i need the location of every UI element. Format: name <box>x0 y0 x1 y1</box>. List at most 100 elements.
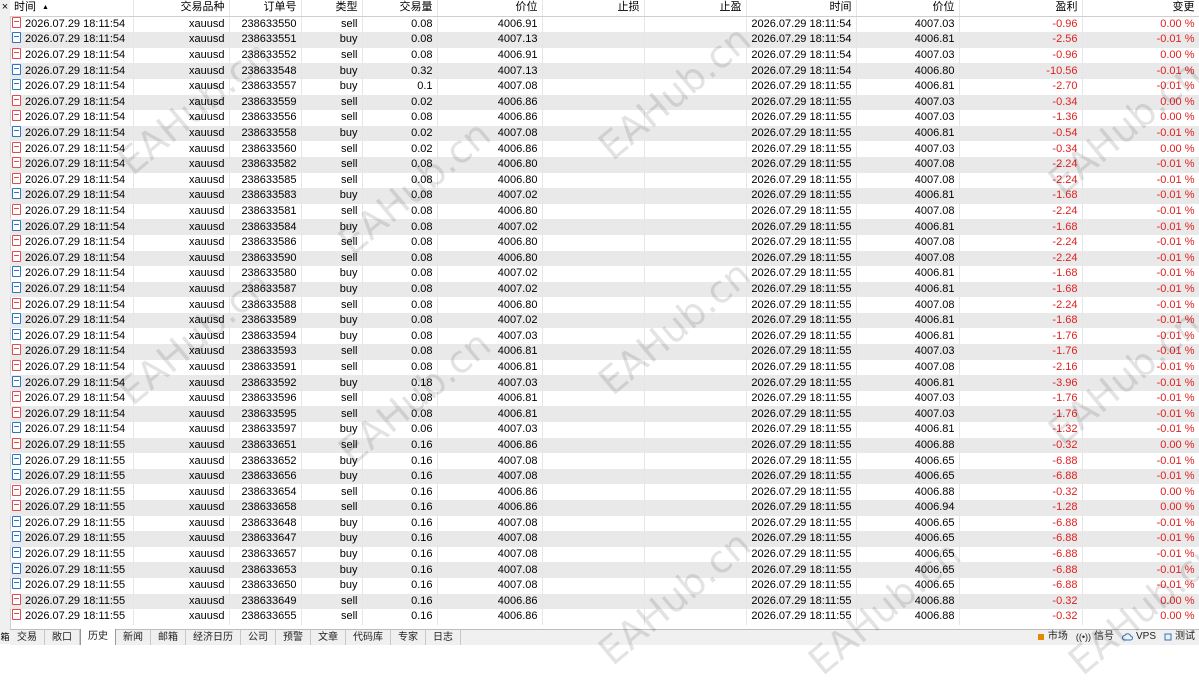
table-row[interactable]: 2026.07.29 18:11:54 xauusd 238633558 buy 0.0… <box>10 125 1199 142</box>
table-row[interactable]: 2026.07.29 18:11:54 xauusd 238633583 buy 0.0… <box>10 188 1199 204</box>
table-row[interactable]: 2026.07.29 18:11:54 xauusd 238633594 buy 0.0… <box>10 328 1199 345</box>
cell-profit: -6.88 <box>959 468 1083 485</box>
tab-2[interactable]: 历史 <box>80 629 116 645</box>
table-row[interactable]: 2026.07.29 18:11:55 xauusd 238633656 buy 0.1… <box>10 468 1199 485</box>
table-row[interactable]: 2026.07.29 18:11:55 xauusd 238633653 buy 0.1… <box>10 562 1199 578</box>
signals-button[interactable]: ((•)) 信号 <box>1076 630 1114 644</box>
table-row[interactable]: 2026.07.29 18:11:54 xauusd 238633586 sell 0.… <box>10 234 1199 251</box>
close-icon[interactable]: × <box>0 2 10 13</box>
vps-button[interactable]: VPS <box>1121 630 1156 644</box>
tab-10[interactable]: 专家 <box>391 630 426 645</box>
table-row[interactable]: 2026.07.29 18:11:54 xauusd 238633584 buy 0.0… <box>10 219 1199 235</box>
col-header-change[interactable]: 变更 <box>1082 0 1199 17</box>
table-row[interactable]: 2026.07.29 18:11:54 xauusd 238633582 sell 0.… <box>10 156 1199 173</box>
cell-symbol: xauusd <box>133 546 230 563</box>
cell-symbol: xauusd <box>133 562 230 578</box>
table-row[interactable]: 2026.07.29 18:11:55 xauusd 238633658 sell 0.… <box>10 500 1199 516</box>
cell-change: 0.00 % <box>1082 484 1199 500</box>
col-header-open-time[interactable]: 时间 ▲ <box>10 0 134 17</box>
col-header-open-price[interactable]: 价位 <box>437 0 543 17</box>
table-row[interactable]: 2026.07.29 18:11:54 xauusd 238633559 sell 0.… <box>10 94 1199 111</box>
tab-9[interactable]: 代码库 <box>346 630 391 645</box>
open-time-text: 2026.07.29 18:11:54 <box>25 345 126 358</box>
cell-close-time: 2026.07.29 18:11:55 <box>746 484 857 500</box>
col-header-profit[interactable]: 盈利 <box>959 0 1083 17</box>
cell-stop-loss <box>542 359 645 376</box>
cell-change: 0.00 % <box>1082 609 1199 625</box>
table-row[interactable]: 2026.07.29 18:11:55 xauusd 238633648 buy 0.1… <box>10 515 1199 532</box>
cell-order-id: 238633552 <box>229 47 302 64</box>
cell-type: buy <box>301 577 363 594</box>
cell-profit: -1.68 <box>959 188 1083 204</box>
table-row[interactable]: 2026.07.29 18:11:54 xauusd 238633593 sell 0.… <box>10 344 1199 360</box>
tab-1[interactable]: 敞口 <box>45 630 80 645</box>
table-row[interactable]: 2026.07.29 18:11:54 xauusd 238633595 sell 0.… <box>10 406 1199 423</box>
cell-open-price: 4006.80 <box>437 156 543 173</box>
table-row[interactable]: 2026.07.29 18:11:54 xauusd 238633550 sell 0.… <box>10 16 1199 33</box>
open-time-text: 2026.07.29 18:11:54 <box>25 127 126 140</box>
tab-7[interactable]: 预警 <box>276 630 311 645</box>
col-header-close-time[interactable]: 时间 <box>746 0 857 17</box>
table-row[interactable]: 2026.07.29 18:11:54 xauusd 238633585 sell 0.… <box>10 172 1199 189</box>
table-row[interactable]: 2026.07.29 18:11:55 xauusd 238633651 sell 0.… <box>10 437 1199 454</box>
table-row[interactable]: 2026.07.29 18:11:54 xauusd 238633580 buy 0.0… <box>10 266 1199 282</box>
cell-order-id: 238633558 <box>229 125 302 142</box>
tab-5[interactable]: 经济日历 <box>186 630 241 645</box>
tab-6[interactable]: 公司 <box>241 630 276 645</box>
table-row[interactable]: 2026.07.29 18:11:54 xauusd 238633556 sell 0.… <box>10 110 1199 126</box>
cell-change: -0.01 % <box>1082 297 1199 313</box>
cell-profit: -1.68 <box>959 312 1083 329</box>
tab-4[interactable]: 邮箱 <box>151 630 186 645</box>
col-header-order[interactable]: 订单号 <box>229 0 302 17</box>
table-row[interactable]: 2026.07.29 18:11:54 xauusd 238633560 sell 0.… <box>10 141 1199 157</box>
table-row[interactable]: 2026.07.29 18:11:55 xauusd 238633647 buy 0.1… <box>10 531 1199 547</box>
history-grid[interactable]: 时间 ▲ 交易品种 订单号 类型 交易量 价位 止损 止盈 时间 价位 盈利 变更… <box>10 0 1199 628</box>
col-header-take-profit[interactable]: 止盈 <box>644 0 747 17</box>
table-row[interactable]: 2026.07.29 18:11:54 xauusd 238633548 buy 0.3… <box>10 63 1199 79</box>
table-row[interactable]: 2026.07.29 18:11:54 xauusd 238633596 sell 0.… <box>10 390 1199 407</box>
table-row[interactable]: 2026.07.29 18:11:54 xauusd 238633597 buy 0.0… <box>10 422 1199 438</box>
col-header-stop-loss[interactable]: 止损 <box>542 0 645 17</box>
cell-open-time: 2026.07.29 18:11:55 <box>10 515 134 532</box>
table-row[interactable]: 2026.07.29 18:11:54 xauusd 238633552 sell 0.… <box>10 47 1199 64</box>
tab-8[interactable]: 文章 <box>311 630 346 645</box>
table-row[interactable]: 2026.07.29 18:11:54 xauusd 238633591 sell 0.… <box>10 359 1199 376</box>
col-header-symbol[interactable]: 交易品种 <box>133 0 230 17</box>
cell-close-time: 2026.07.29 18:11:54 <box>746 16 857 33</box>
table-row[interactable]: 2026.07.29 18:11:54 xauusd 238633588 sell 0.… <box>10 297 1199 313</box>
cell-order-id: 238633655 <box>229 609 302 625</box>
cell-open-price: 4006.81 <box>437 344 543 360</box>
cell-close-price: 4007.08 <box>856 172 960 189</box>
table-row[interactable]: 2026.07.29 18:11:55 xauusd 238633654 sell 0.… <box>10 484 1199 500</box>
table-row[interactable]: 2026.07.29 18:11:54 xauusd 238633590 sell 0.… <box>10 250 1199 267</box>
table-row[interactable]: 2026.07.29 18:11:55 xauusd 238633657 buy 0.1… <box>10 546 1199 563</box>
table-row[interactable]: 2026.07.29 18:11:54 xauusd 238633551 buy 0.0… <box>10 32 1199 48</box>
cell-close-time: 2026.07.29 18:11:55 <box>746 422 857 438</box>
table-row[interactable]: 2026.07.29 18:11:54 xauusd 238633581 sell 0.… <box>10 203 1199 220</box>
tab-0[interactable]: 交易 <box>10 630 45 645</box>
table-row[interactable]: 2026.07.29 18:11:55 xauusd 238633650 buy 0.1… <box>10 577 1199 594</box>
table-row[interactable]: 2026.07.29 18:11:54 xauusd 238633587 buy 0.0… <box>10 281 1199 298</box>
col-header-volume[interactable]: 交易量 <box>362 0 438 17</box>
table-row[interactable]: 2026.07.29 18:11:54 xauusd 238633557 buy 0.1… <box>10 78 1199 95</box>
cell-close-time: 2026.07.29 18:11:55 <box>746 172 857 189</box>
cell-close-price: 4006.81 <box>856 375 960 391</box>
cell-stop-loss <box>542 234 645 251</box>
tab-11[interactable]: 日志 <box>426 630 461 645</box>
table-row[interactable]: 2026.07.29 18:11:55 xauusd 238633652 buy 0.1… <box>10 453 1199 469</box>
cell-close-time: 2026.07.29 18:11:55 <box>746 188 857 204</box>
table-row[interactable]: 2026.07.29 18:11:54 xauusd 238633589 buy 0.0… <box>10 312 1199 329</box>
cell-close-price: 4006.65 <box>856 546 960 563</box>
cell-open-time: 2026.07.29 18:11:54 <box>10 78 134 95</box>
market-button[interactable]: 市场 <box>1037 630 1068 644</box>
table-row[interactable]: 2026.07.29 18:11:55 xauusd 238633655 sell 0.… <box>10 609 1199 625</box>
tester-button[interactable]: 测试 <box>1164 630 1195 644</box>
table-row[interactable]: 2026.07.29 18:11:55 xauusd 238633649 sell 0.… <box>10 593 1199 610</box>
buy-order-icon <box>12 562 21 574</box>
cell-take-profit <box>644 546 747 563</box>
buy-order-icon <box>12 578 21 590</box>
table-row[interactable]: 2026.07.29 18:11:54 xauusd 238633592 buy 0.1… <box>10 375 1199 391</box>
col-header-type[interactable]: 类型 <box>301 0 363 17</box>
col-header-close-price[interactable]: 价位 <box>856 0 960 17</box>
tab-3[interactable]: 新闻 <box>116 630 151 645</box>
